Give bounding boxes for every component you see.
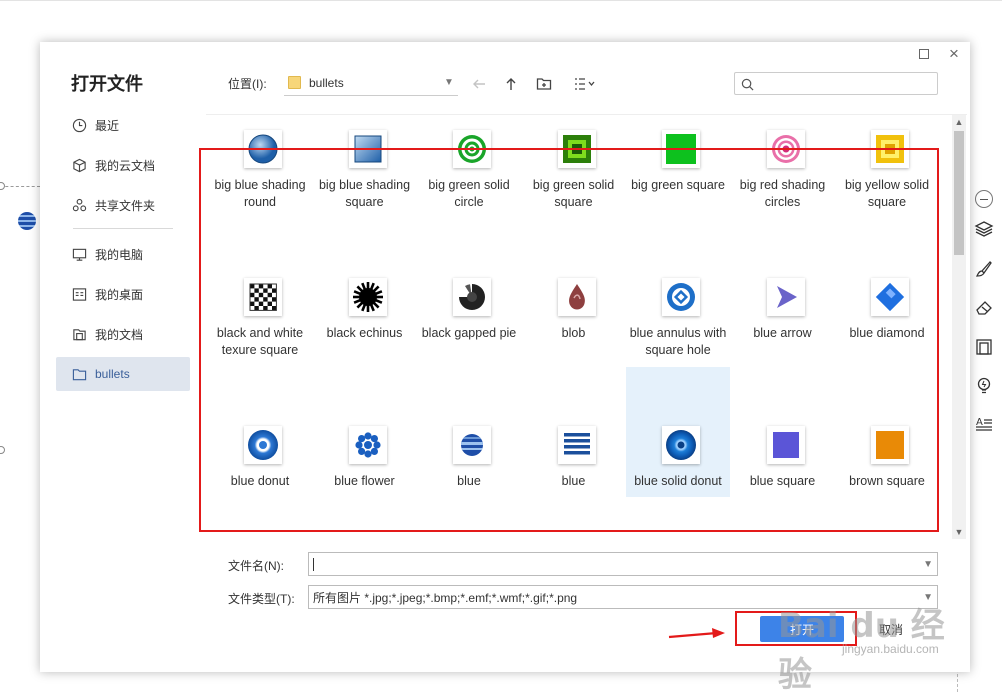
annotation-highlight-files [199,148,939,532]
documents-icon [71,326,87,342]
sidebar-item-label: 我的云文档 [95,158,156,173]
chevron-down-icon: ▼ [444,77,454,88]
up-folder-button[interactable] [500,73,522,95]
filetype-value: 所有图片 *.jpg;*.jpeg;*.bmp;*.emf;*.wmf;*.gi… [313,590,578,605]
sidebar-item-shared-folder[interactable]: 共享文件夹 [56,188,190,222]
filename-label: 文件名(N): [228,559,284,573]
location-value: bullets [309,75,344,90]
close-button[interactable]: × [942,44,966,64]
sidebar-item-my-documents[interactable]: 我的文档 [56,317,190,351]
sidebar-item-cloud-docs[interactable]: 我的云文档 [56,148,190,182]
sidebar-item-label: 共享文件夹 [95,198,156,213]
text-caret [313,557,314,571]
cube-icon [71,157,87,173]
scrollbar-thumb[interactable] [954,131,964,255]
sidebar: 最近 我的云文档 共享文件夹 我的电脑 我的桌面 我的文档 bullets [56,108,190,397]
canvas-connector-line [0,186,40,187]
sidebar-item-recent[interactable]: 最近 [56,108,190,142]
sidebar-item-label: 最近 [95,118,120,133]
sidebar-item-my-computer[interactable]: 我的电脑 [56,237,190,271]
canvas-node-handle[interactable] [0,182,5,190]
maximize-button[interactable] [912,44,936,64]
dialog-title: 打开文件 [71,74,143,94]
brush-icon[interactable] [970,255,998,283]
new-folder-icon [536,78,552,90]
sidebar-item-my-desktop[interactable]: 我的桌面 [56,277,190,311]
view-mode-button[interactable] [568,73,602,95]
folder-icon [71,366,87,382]
scroll-down-icon[interactable]: ▼ [952,525,966,539]
sidebar-item-label: 我的桌面 [95,287,144,302]
monitor-icon [71,246,87,262]
filetype-label: 文件类型(T): [228,592,295,606]
search-icon [741,78,754,91]
new-folder-button[interactable] [533,73,555,95]
arrow-up-icon [506,78,516,90]
canvas-bullet-icon [18,212,36,230]
frame-icon[interactable] [970,333,998,361]
back-button[interactable] [468,73,490,95]
sidebar-item-bullets[interactable]: bullets [56,357,190,391]
collapse-toolbar-icon[interactable] [975,190,993,208]
filename-field[interactable]: ▼ [308,552,938,576]
location-label: 位置(I): [228,77,267,91]
canvas-node-handle[interactable] [0,446,5,454]
svg-text:A: A [976,417,983,428]
annotation-arrow-icon [668,628,725,639]
sidebar-item-label: bullets [95,367,130,381]
layers-icon[interactable] [970,215,998,243]
sidebar-divider [73,228,173,229]
sidebar-item-label: 我的电脑 [95,247,144,262]
vertical-scrollbar[interactable]: ▲ ▼ [952,115,966,539]
folder-icon [288,76,301,89]
list-view-icon [575,78,595,90]
baidu-watermark-url: jingyan.baidu.com [842,642,939,656]
baidu-watermark-logo: Bai du 经验 [778,606,945,692]
arrow-left-icon [473,79,485,89]
chevron-down-icon[interactable]: ▼ [923,559,933,570]
share-folder-icon [71,197,87,213]
sidebar-item-label: 我的文档 [95,327,144,342]
maximize-icon [919,49,929,59]
search-input[interactable] [734,72,938,95]
eraser-icon[interactable] [970,294,998,322]
location-dropdown[interactable]: bullets ▼ [284,70,458,96]
canvas-top-border [0,0,1002,1]
lightbulb-icon[interactable] [970,372,998,400]
text-style-icon[interactable]: A [970,410,998,438]
clock-icon [71,117,87,133]
desktop-icon [71,286,87,302]
scroll-up-icon[interactable]: ▲ [952,115,966,129]
close-icon: × [949,44,959,63]
